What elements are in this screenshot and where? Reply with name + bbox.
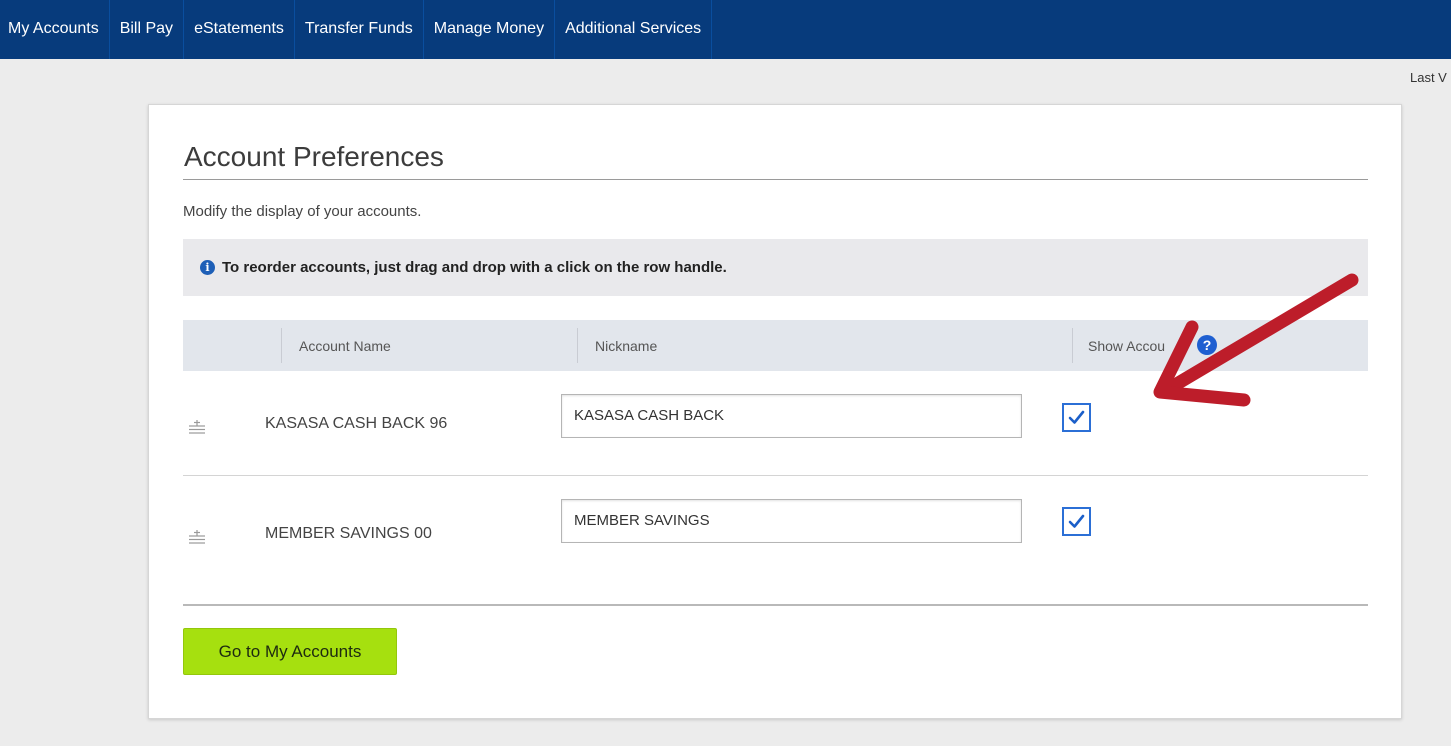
- column-header-account-name: Account Name: [299, 337, 391, 354]
- column-divider: [1072, 328, 1073, 363]
- go-to-my-accounts-button[interactable]: Go to My Accounts: [183, 628, 397, 675]
- nav-item-manage-money[interactable]: Manage Money: [424, 0, 556, 59]
- last-visit-text: Last V: [1410, 70, 1447, 85]
- question-circle-icon[interactable]: ?: [1197, 335, 1217, 355]
- info-message: To reorder accounts, just drag and drop …: [222, 259, 727, 276]
- column-header-nickname: Nickname: [595, 337, 658, 354]
- row-divider: [183, 475, 1368, 476]
- checkmark-icon: [1068, 514, 1085, 528]
- nav-item-transfer-funds[interactable]: Transfer Funds: [295, 0, 424, 59]
- nav-item-bill-pay[interactable]: Bill Pay: [110, 0, 185, 59]
- account-preferences-card: Account Preferences Modify the display o…: [148, 104, 1402, 719]
- nav-item-my-accounts[interactable]: My Accounts: [0, 0, 110, 59]
- nickname-input[interactable]: KASASA CASH BACK: [561, 394, 1022, 438]
- info-banner: i To reorder accounts, just drag and dro…: [183, 239, 1368, 296]
- drag-handle-icon[interactable]: [189, 529, 205, 545]
- nav-item-estatements[interactable]: eStatements: [184, 0, 295, 59]
- page-subtitle: Modify the display of your accounts.: [183, 203, 422, 220]
- info-circle-icon: i: [200, 260, 215, 275]
- drag-handle-icon[interactable]: [189, 419, 205, 435]
- nickname-input[interactable]: MEMBER SAVINGS: [561, 499, 1022, 543]
- account-name: KASASA CASH BACK 96: [265, 415, 448, 432]
- checkmark-icon: [1068, 410, 1085, 424]
- table-header: Account Name Nickname Show Accou: [183, 320, 1368, 371]
- bottom-divider: [183, 604, 1368, 606]
- page-title: Account Preferences: [184, 141, 444, 172]
- title-divider: [183, 179, 1368, 180]
- column-divider: [281, 328, 282, 363]
- account-name: MEMBER SAVINGS 00: [265, 525, 432, 542]
- top-navigation-bar: My Accounts Bill Pay eStatements Transfe…: [0, 0, 1451, 59]
- column-divider: [577, 328, 578, 363]
- column-header-show-account: Show Accou: [1088, 337, 1166, 354]
- show-account-checkbox[interactable]: [1062, 403, 1091, 432]
- show-account-checkbox[interactable]: [1062, 507, 1091, 536]
- nav-item-additional-services[interactable]: Additional Services: [555, 0, 713, 59]
